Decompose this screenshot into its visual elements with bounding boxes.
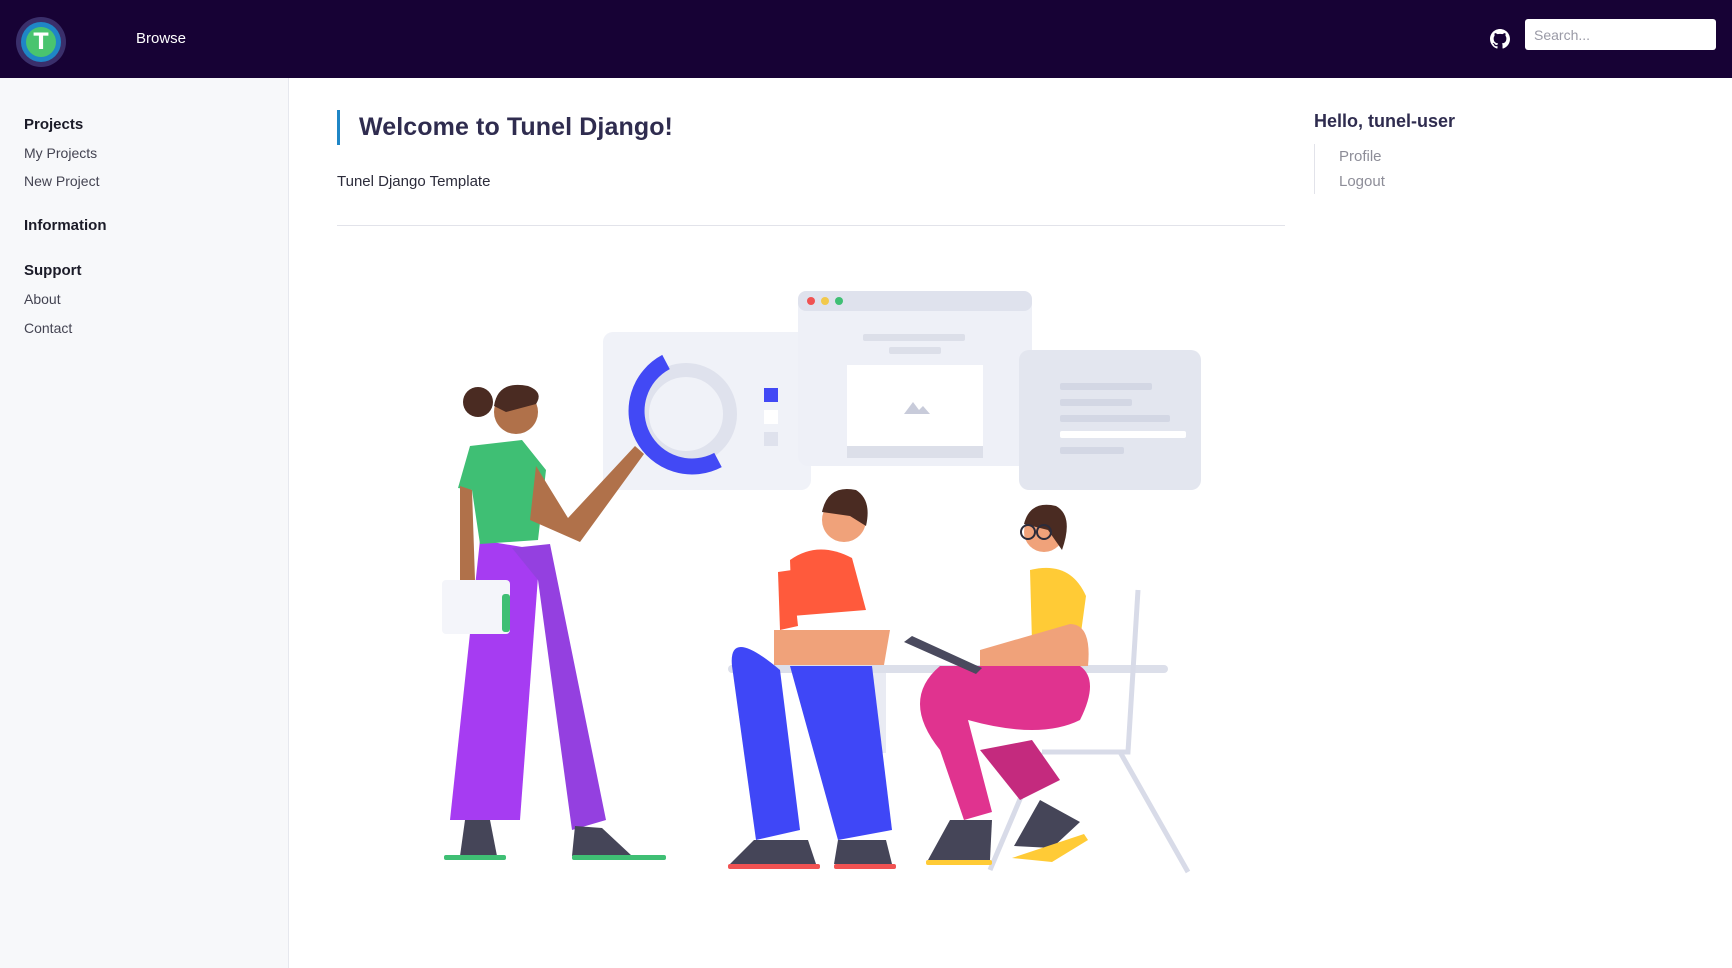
profile-link[interactable]: Profile (1339, 144, 1385, 169)
sidebar-heading-information[interactable]: Information (24, 217, 107, 234)
logo-letter: T (26, 27, 56, 57)
logo-ring: T (21, 22, 61, 62)
page-title-block: Welcome to Tunel Django! (337, 110, 673, 145)
search-input[interactable] (1525, 19, 1716, 50)
logout-link[interactable]: Logout (1339, 169, 1385, 194)
sidebar: Projects My Projects New Project Informa… (0, 78, 289, 968)
sidebar-heading-projects: Projects (24, 116, 84, 133)
user-menu: Profile Logout (1314, 144, 1385, 194)
page-title: Welcome to Tunel Django! (359, 113, 673, 141)
nav-browse-link[interactable]: Browse (136, 30, 186, 47)
sidebar-heading-support: Support (24, 262, 82, 279)
team-collaboration-illustration (442, 291, 1201, 874)
top-navbar: T Browse (0, 0, 1732, 78)
sidebar-link-my-projects[interactable]: My Projects (24, 145, 97, 161)
page-subtitle: Tunel Django Template (337, 173, 491, 190)
app-logo[interactable]: T (16, 17, 66, 67)
user-greeting: Hello, tunel-user (1314, 111, 1456, 131)
github-icon[interactable] (1490, 29, 1510, 49)
sidebar-link-about[interactable]: About (24, 291, 61, 307)
content-divider (337, 225, 1285, 226)
sidebar-link-new-project[interactable]: New Project (24, 173, 99, 189)
sidebar-link-contact[interactable]: Contact (24, 320, 72, 336)
